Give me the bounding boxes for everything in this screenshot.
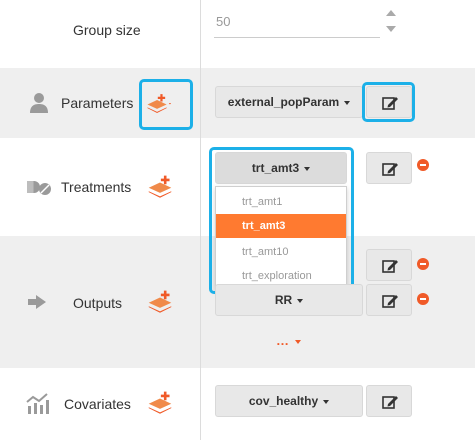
decrement-icon[interactable]: [386, 26, 396, 32]
outputs-label: Outputs: [73, 295, 123, 311]
chart-icon: [26, 393, 49, 414]
chevron-down-icon: [344, 100, 351, 105]
person-icon: [30, 93, 48, 113]
chevron-down-icon: [295, 339, 301, 344]
output-arrow-icon: [28, 295, 46, 309]
output-dropdown[interactable]: RR: [215, 284, 363, 316]
treatments-dropdown-highlight: [209, 147, 354, 294]
output-edit-button[interactable]: [366, 249, 412, 281]
group-size-label: Group size: [73, 22, 141, 38]
parameters-label: Parameters: [61, 95, 134, 111]
column-divider: [200, 0, 201, 440]
covariates-dropdown[interactable]: cov_healthy: [215, 385, 363, 417]
parameters-dropdown[interactable]: external_popParam: [215, 86, 363, 118]
covariates-label: Covariates: [64, 396, 131, 412]
more-outputs-button[interactable]: …: [276, 333, 301, 348]
remove-icon[interactable]: [417, 258, 429, 270]
output-edit-button[interactable]: [366, 284, 412, 316]
edit-icon: [382, 396, 398, 409]
parameters-edit-highlight: [362, 82, 415, 122]
output-dropdown-label: RR: [274, 293, 293, 307]
covariates-edit-button[interactable]: [366, 385, 412, 417]
pills-icon: [27, 181, 51, 195]
covariates-dropdown-label: cov_healthy: [248, 394, 319, 408]
increment-icon[interactable]: [386, 10, 396, 16]
treatments-label: Treatments: [61, 179, 132, 195]
more-label: …: [276, 333, 290, 348]
add-layer-icon[interactable]: [146, 288, 174, 314]
group-size-input[interactable]: 50: [214, 10, 380, 38]
remove-icon[interactable]: [417, 159, 429, 171]
edit-icon: [382, 260, 398, 273]
treatments-edit-button[interactable]: [366, 152, 412, 184]
edit-icon: [382, 295, 398, 308]
add-layer-icon[interactable]: [146, 389, 174, 415]
parameters-dropdown-label: external_popParam: [227, 95, 340, 109]
add-layer-icon[interactable]: [146, 173, 174, 199]
chevron-down-icon: [323, 399, 330, 404]
parameters-add-highlight: [139, 79, 193, 130]
remove-icon[interactable]: [417, 293, 429, 305]
edit-icon: [382, 163, 398, 176]
chevron-down-icon: [297, 298, 304, 303]
